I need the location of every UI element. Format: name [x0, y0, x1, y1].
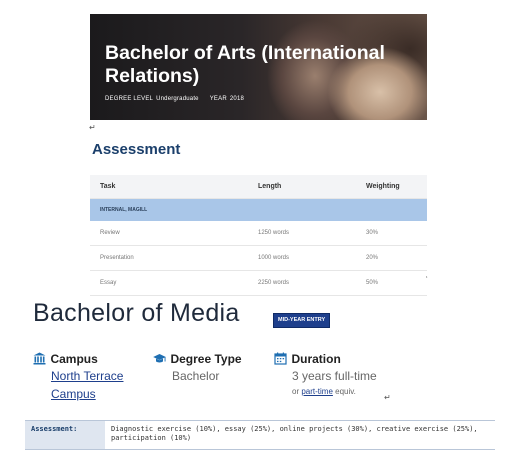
duration-note-suffix: equiv.: [332, 387, 356, 396]
length-cell: 1000 words: [258, 255, 290, 261]
mid-year-entry-badge: MID-YEAR ENTRY: [273, 313, 331, 328]
task-cell: Presentation: [100, 255, 134, 261]
hero-banner: Bachelor of Arts (International Relation…: [90, 14, 427, 120]
building-icon: [33, 352, 46, 365]
table-header-row: Task Length Weighting: [90, 175, 427, 199]
length-cell: 1250 words: [258, 230, 290, 236]
campus-link-line2[interactable]: Campus: [51, 387, 96, 401]
campus-block: Campus: [33, 350, 98, 368]
calendar-icon: [274, 352, 287, 365]
media-title: Bachelor of Media: [33, 299, 240, 327]
weighting-cell: 30%: [366, 230, 379, 236]
assessment-summary-bar: Assessment: Diagnostic exercise (10%), e…: [25, 420, 495, 450]
duration-note: or part-time equiv.: [292, 387, 356, 396]
task-cell: Review: [100, 230, 120, 236]
table-section-row: INTERNAL, MAGILL: [90, 199, 427, 221]
length-cell: 2250 words: [258, 280, 290, 286]
degree-type-value: Bachelor: [172, 369, 220, 383]
degree-type-label: Degree Type: [170, 352, 242, 366]
paragraph-mark: ↵: [89, 123, 96, 132]
hero-title: Bachelor of Arts (International Relation…: [105, 42, 385, 87]
duration-note-prefix: or: [292, 387, 302, 396]
degree-type-block: Degree Type: [153, 350, 242, 368]
duration-value: 3 years full-time: [292, 369, 377, 383]
year-value: 2018: [229, 96, 245, 102]
table-row: Essay 2250 words 50%: [90, 271, 427, 296]
column-header-task: Task: [100, 183, 116, 190]
assessment-table: Task Length Weighting INTERNAL, MAGILL R…: [90, 175, 427, 296]
assessment-summary-label: Assessment:: [25, 421, 105, 449]
assessment-heading: Assessment: [92, 141, 181, 158]
assessment-summary-text: Diagnostic exercise (10%), essay (25%), …: [111, 425, 478, 442]
column-header-weighting: Weighting: [366, 183, 400, 190]
year-label: YEAR: [209, 96, 227, 102]
campus-label: Campus: [50, 352, 98, 366]
duration-block: Duration: [274, 350, 341, 368]
part-time-link[interactable]: part-time: [301, 387, 333, 396]
paragraph-mark-media: ↵: [384, 393, 391, 402]
weighting-cell: 20%: [366, 255, 379, 261]
hero-meta: DEGREE LEVEL Undergraduate YEAR 2018: [105, 96, 247, 102]
column-header-length: Length: [258, 183, 282, 190]
degree-level-label: DEGREE LEVEL: [105, 96, 154, 102]
table-row: Presentation 1000 words 20%: [90, 246, 427, 271]
weighting-cell: 50%: [366, 280, 379, 286]
task-cell: Essay: [100, 280, 117, 286]
degree-level-value: Undergraduate: [156, 96, 199, 102]
stray-mark: ‘: [426, 276, 428, 283]
graduation-cap-icon: [153, 352, 166, 365]
table-row: Review 1250 words 30%: [90, 221, 427, 246]
campus-link-line1[interactable]: North Terrace: [51, 369, 123, 383]
duration-label: Duration: [291, 352, 341, 366]
section-label: INTERNAL, MAGILL: [100, 207, 148, 213]
